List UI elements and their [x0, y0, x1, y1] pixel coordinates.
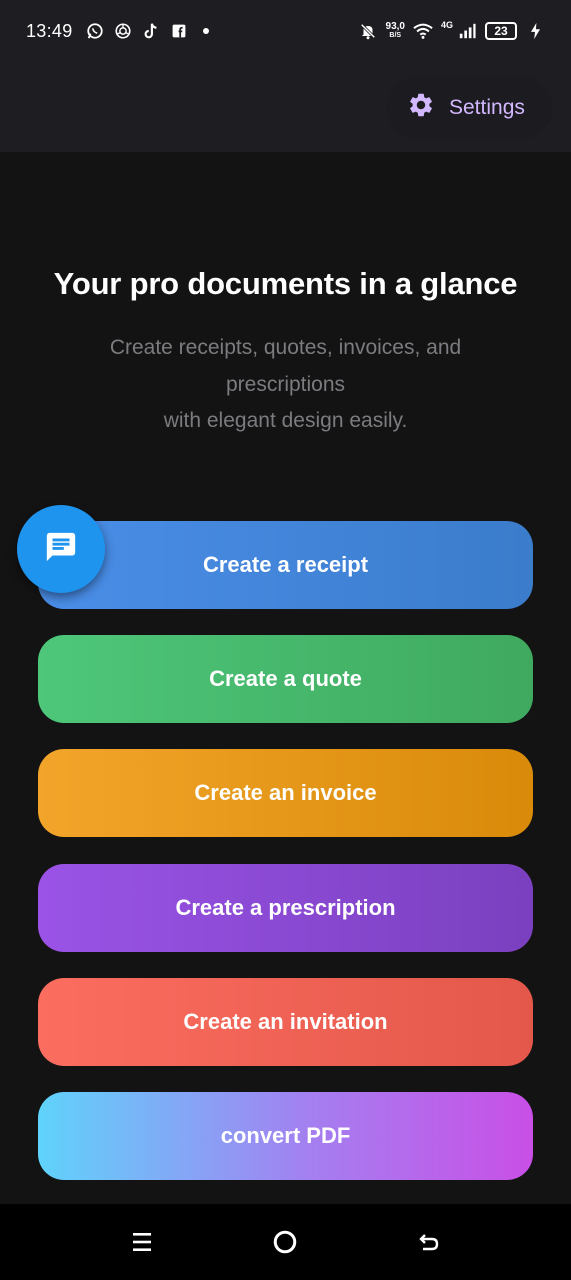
tiktok-icon: [141, 21, 161, 41]
status-bar: 13:49 93,0 B/S 4G 23: [0, 0, 571, 62]
mute-notifications-icon: [358, 21, 378, 41]
app-screen: 13:49 93,0 B/S 4G 23 Settings Your pro d…: [0, 0, 571, 1280]
create-invoice-button[interactable]: Create an invoice: [38, 749, 533, 837]
facebook-icon: [169, 21, 189, 41]
network-speed: 93,0 B/S: [386, 22, 405, 40]
notification-dot: [202, 28, 209, 34]
whatsapp-icon: [85, 21, 105, 41]
create-quote-button[interactable]: Create a quote: [38, 635, 533, 723]
settings-label: Settings: [449, 96, 525, 119]
menu-icon[interactable]: [122, 1222, 162, 1262]
home-icon[interactable]: [265, 1222, 305, 1262]
charging-icon: [525, 21, 545, 41]
page-title: Your pro documents in a glance: [53, 266, 518, 301]
battery-icon: 23: [485, 22, 517, 40]
page-subtitle: Create receipts, quotes, invoices, and p…: [109, 336, 462, 432]
chat-message-icon: [44, 530, 78, 569]
system-navigation-bar: [0, 1204, 571, 1280]
create-invitation-button[interactable]: Create an invitation: [38, 978, 533, 1066]
status-time: 13:49: [26, 20, 73, 41]
chatgpt-icon: [113, 21, 133, 41]
network-type: 4G: [440, 20, 453, 30]
gear-icon: [407, 91, 435, 125]
network-speed-unit: B/S: [389, 32, 402, 39]
chat-fab-button[interactable]: [17, 505, 105, 593]
status-left: 13:49: [26, 21, 209, 42]
back-icon[interactable]: [409, 1222, 449, 1262]
convert-pdf-button[interactable]: convert PDF: [38, 1092, 533, 1180]
wifi-icon: [413, 21, 433, 41]
status-right: 93,0 B/S 4G 23: [358, 20, 545, 41]
network-speed-value: 93,0: [385, 21, 405, 32]
create-prescription-button[interactable]: Create a prescription: [38, 864, 533, 952]
settings-button[interactable]: Settings: [387, 76, 552, 140]
signal-icon: [457, 21, 477, 41]
create-receipt-button[interactable]: Create a receipt: [38, 521, 533, 609]
